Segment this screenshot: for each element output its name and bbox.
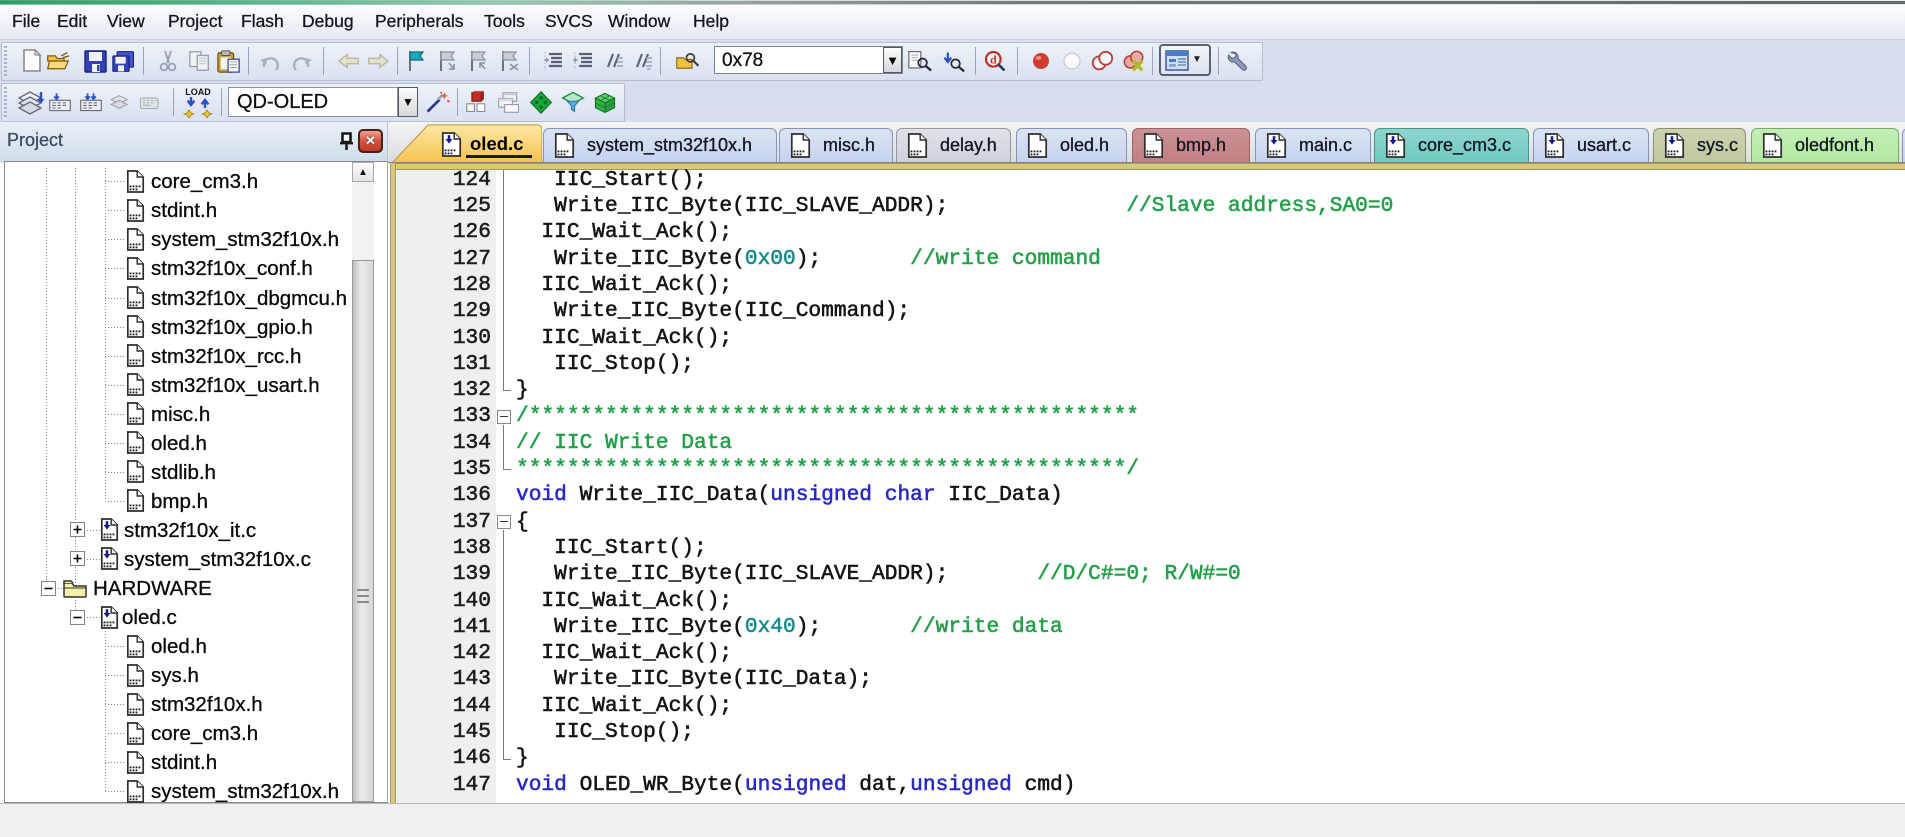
svg-text:d: d (990, 53, 997, 67)
